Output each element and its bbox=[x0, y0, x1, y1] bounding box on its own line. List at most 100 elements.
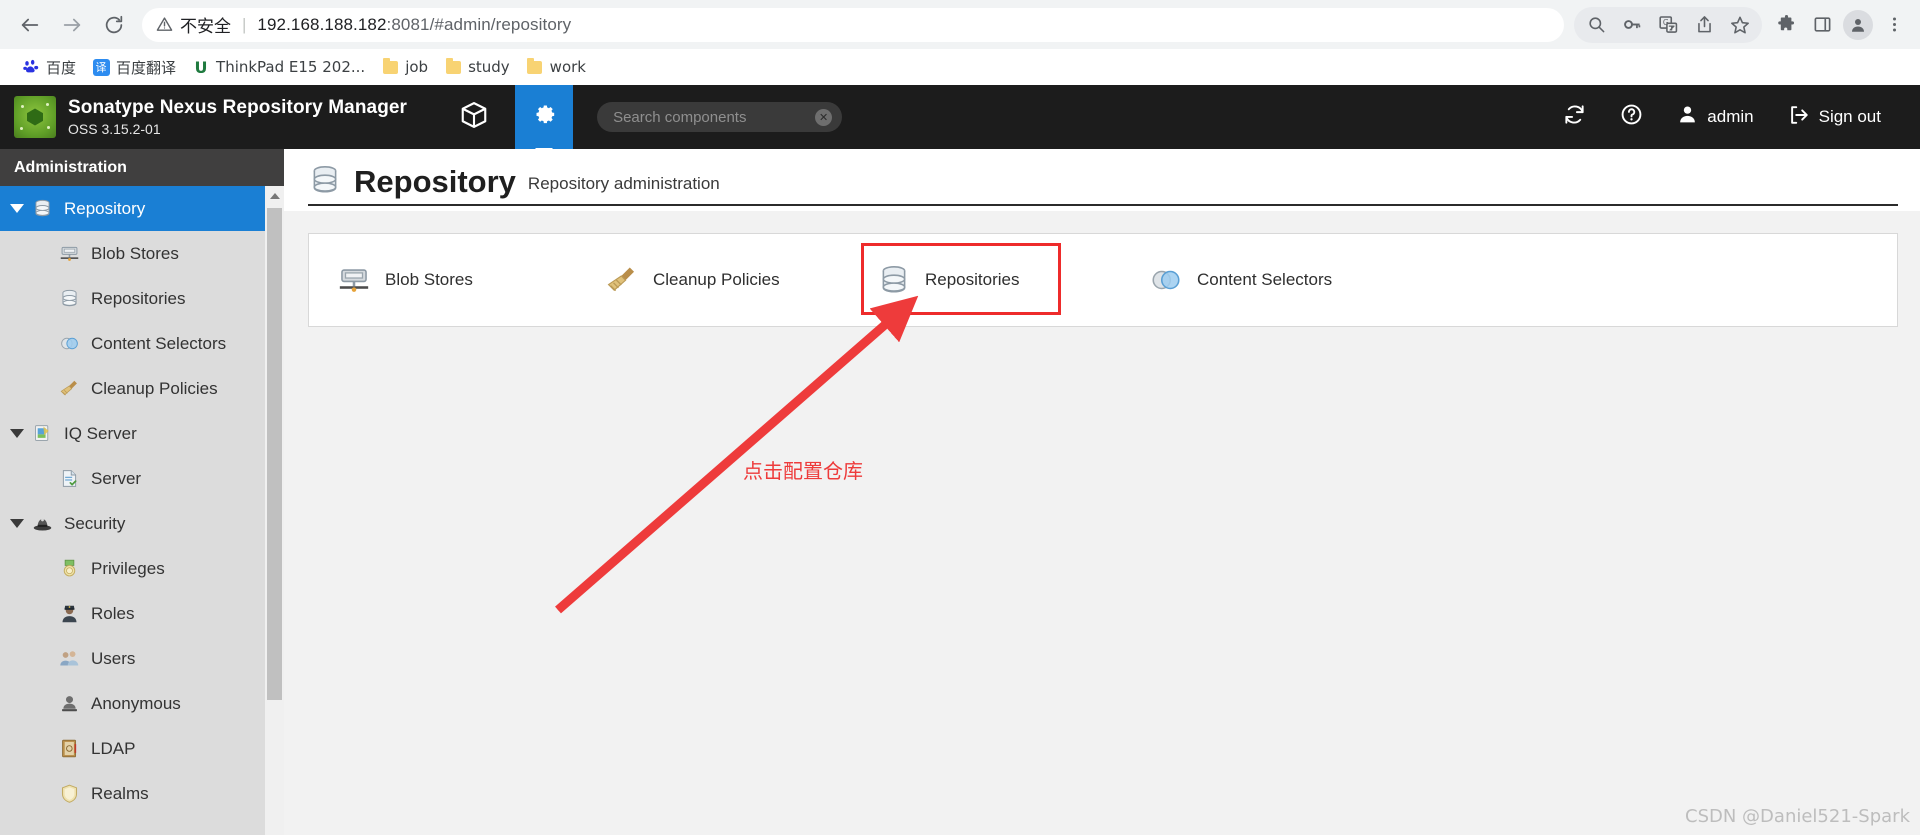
bookmark-folder-job[interactable]: job bbox=[375, 55, 434, 79]
sidebar-item-label: Anonymous bbox=[91, 693, 181, 713]
admin-card-panel: Blob Stores Cleanup Policies Repositorie… bbox=[308, 233, 1898, 327]
warning-triangle-icon bbox=[156, 16, 173, 33]
baidu-favicon bbox=[22, 58, 40, 76]
sidebar-item-cleanup-policies[interactable]: Cleanup Policies bbox=[0, 366, 284, 411]
scroll-up-arrow-icon[interactable] bbox=[265, 186, 284, 205]
omnibox-separator: | bbox=[242, 14, 247, 34]
bookmark-baidu[interactable]: 百度 bbox=[16, 54, 82, 81]
baidu-translate-favicon: 译 bbox=[92, 58, 110, 76]
sidebar-item-label: Security bbox=[64, 513, 126, 533]
card-label: Content Selectors bbox=[1197, 270, 1333, 289]
card-label: Cleanup Policies bbox=[653, 270, 780, 289]
annotation-text: 点击配置仓库 bbox=[743, 459, 863, 483]
security-hat-icon bbox=[31, 513, 53, 535]
bookmark-folder-work[interactable]: work bbox=[520, 55, 592, 79]
sidebar-item-privileges[interactable]: Privileges bbox=[0, 546, 284, 591]
bookmark-star-icon[interactable] bbox=[1722, 7, 1758, 43]
search-icon[interactable] bbox=[1578, 7, 1614, 43]
user-icon bbox=[1677, 104, 1698, 130]
bookmark-label: study bbox=[468, 58, 510, 76]
sidebar-item-repository[interactable]: Repository bbox=[0, 186, 284, 231]
sidebar: Administration Repository Blob Stores Re… bbox=[0, 149, 284, 835]
admin-mode-button[interactable] bbox=[515, 85, 574, 149]
avatar bbox=[1843, 9, 1873, 40]
scrollbar-thumb[interactable] bbox=[267, 208, 282, 700]
sidebar-item-ldap[interactable]: LDAP bbox=[0, 726, 284, 771]
sidebar-item-realms[interactable]: Realms bbox=[0, 771, 284, 816]
browser-toolbar: 不安全 | 192.168.188.182:8081/#admin/reposi… bbox=[0, 0, 1920, 49]
app-edition: OSS 3.15.2-01 bbox=[68, 120, 161, 137]
bookmarks-bar: 百度 译 百度翻译 U ThinkPad E15 202... job stud… bbox=[0, 49, 1920, 85]
bookmark-thinkpad[interactable]: U ThinkPad E15 202... bbox=[186, 55, 371, 79]
folder-icon bbox=[526, 57, 544, 76]
bookmark-baidu-translate[interactable]: 译 百度翻译 bbox=[86, 54, 182, 81]
sidebar-item-anonymous[interactable]: Anonymous bbox=[0, 681, 284, 726]
sign-out-label: Sign out bbox=[1818, 107, 1881, 126]
sidebar-item-label: Realms bbox=[91, 783, 149, 803]
forward-button[interactable] bbox=[52, 5, 92, 45]
help-question-icon bbox=[1620, 103, 1643, 131]
sidebar-item-repositories[interactable]: Repositories bbox=[0, 276, 284, 321]
chevron-down-icon[interactable] bbox=[10, 519, 24, 528]
bookmark-label: work bbox=[549, 58, 586, 76]
reload-button[interactable] bbox=[94, 5, 134, 45]
sidebar-item-label: Repository bbox=[64, 198, 146, 218]
browser-toolbar-actions: G bbox=[1574, 6, 1920, 43]
sidebar-item-users[interactable]: Users bbox=[0, 636, 284, 681]
ldap-book-icon bbox=[58, 738, 80, 760]
sign-out-button[interactable]: Sign out bbox=[1771, 104, 1898, 131]
folder-icon bbox=[444, 57, 462, 76]
translate-icon[interactable]: G bbox=[1650, 7, 1686, 43]
card-cleanup-policies[interactable]: Cleanup Policies bbox=[581, 263, 853, 297]
sidebar-item-label: Privileges bbox=[91, 558, 165, 578]
sidebar-item-server[interactable]: Server bbox=[0, 456, 284, 501]
refresh-button[interactable] bbox=[1546, 103, 1603, 131]
url-text: 192.168.188.182:8081/#admin/repository bbox=[257, 15, 571, 35]
search-input[interactable]: Search components ✕ bbox=[597, 102, 843, 132]
sign-out-icon bbox=[1788, 104, 1810, 131]
card-blob-stores[interactable]: Blob Stores bbox=[309, 263, 581, 297]
extensions-puzzle-icon[interactable] bbox=[1768, 7, 1804, 43]
more-menu-icon[interactable] bbox=[1876, 7, 1912, 43]
box-browse-icon bbox=[459, 100, 489, 135]
sidebar-item-security[interactable]: Security bbox=[0, 501, 284, 546]
bookmark-label: 百度 bbox=[46, 58, 77, 77]
sidebar-scrollbar[interactable] bbox=[265, 186, 284, 835]
sidebar-item-label: Server bbox=[91, 468, 142, 488]
sidebar-item-blob-stores[interactable]: Blob Stores bbox=[0, 231, 284, 276]
sidebar-item-label: Repositories bbox=[91, 288, 186, 308]
back-button[interactable] bbox=[10, 5, 50, 45]
officer-icon bbox=[58, 603, 80, 625]
card-repositories[interactable]: Repositories bbox=[853, 263, 1125, 297]
side-panel-icon[interactable] bbox=[1804, 7, 1840, 43]
sidebar-item-label: Cleanup Policies bbox=[91, 378, 218, 398]
sidebar-item-roles[interactable]: Roles bbox=[0, 591, 284, 636]
sidebar-item-content-selectors[interactable]: Content Selectors bbox=[0, 321, 284, 366]
chevron-down-icon[interactable] bbox=[10, 204, 24, 213]
database-icon bbox=[877, 263, 911, 297]
page-title: Repository bbox=[354, 164, 516, 199]
browse-mode-button[interactable] bbox=[445, 85, 503, 149]
bookmark-folder-study[interactable]: study bbox=[438, 55, 516, 79]
database-icon bbox=[58, 288, 80, 310]
card-content-selectors[interactable]: Content Selectors bbox=[1125, 263, 1397, 297]
chevron-down-icon[interactable] bbox=[10, 429, 24, 438]
address-bar[interactable]: 不安全 | 192.168.188.182:8081/#admin/reposi… bbox=[142, 7, 1564, 42]
server-document-icon bbox=[58, 468, 80, 490]
password-key-icon[interactable] bbox=[1614, 7, 1650, 43]
clear-circle-icon[interactable]: ✕ bbox=[815, 108, 833, 126]
profile-avatar-icon[interactable] bbox=[1840, 7, 1876, 43]
url-path: :8081/#admin/repository bbox=[386, 14, 572, 34]
nexus-logo-icon bbox=[14, 96, 56, 138]
user-menu[interactable]: admin bbox=[1660, 104, 1770, 130]
url-host: 192.168.188.182 bbox=[257, 14, 387, 34]
card-label: Repositories bbox=[925, 270, 1020, 289]
sidebar-item-label: Content Selectors bbox=[91, 333, 227, 353]
help-button[interactable] bbox=[1603, 103, 1660, 131]
bookmark-label: 百度翻译 bbox=[116, 58, 177, 77]
sidebar-item-iq-server[interactable]: IQ Server bbox=[0, 411, 284, 456]
bookmark-label: job bbox=[405, 58, 429, 76]
share-icon[interactable] bbox=[1686, 7, 1722, 43]
refresh-icon bbox=[1563, 103, 1586, 131]
bookmark-label: ThinkPad E15 202... bbox=[216, 58, 366, 76]
